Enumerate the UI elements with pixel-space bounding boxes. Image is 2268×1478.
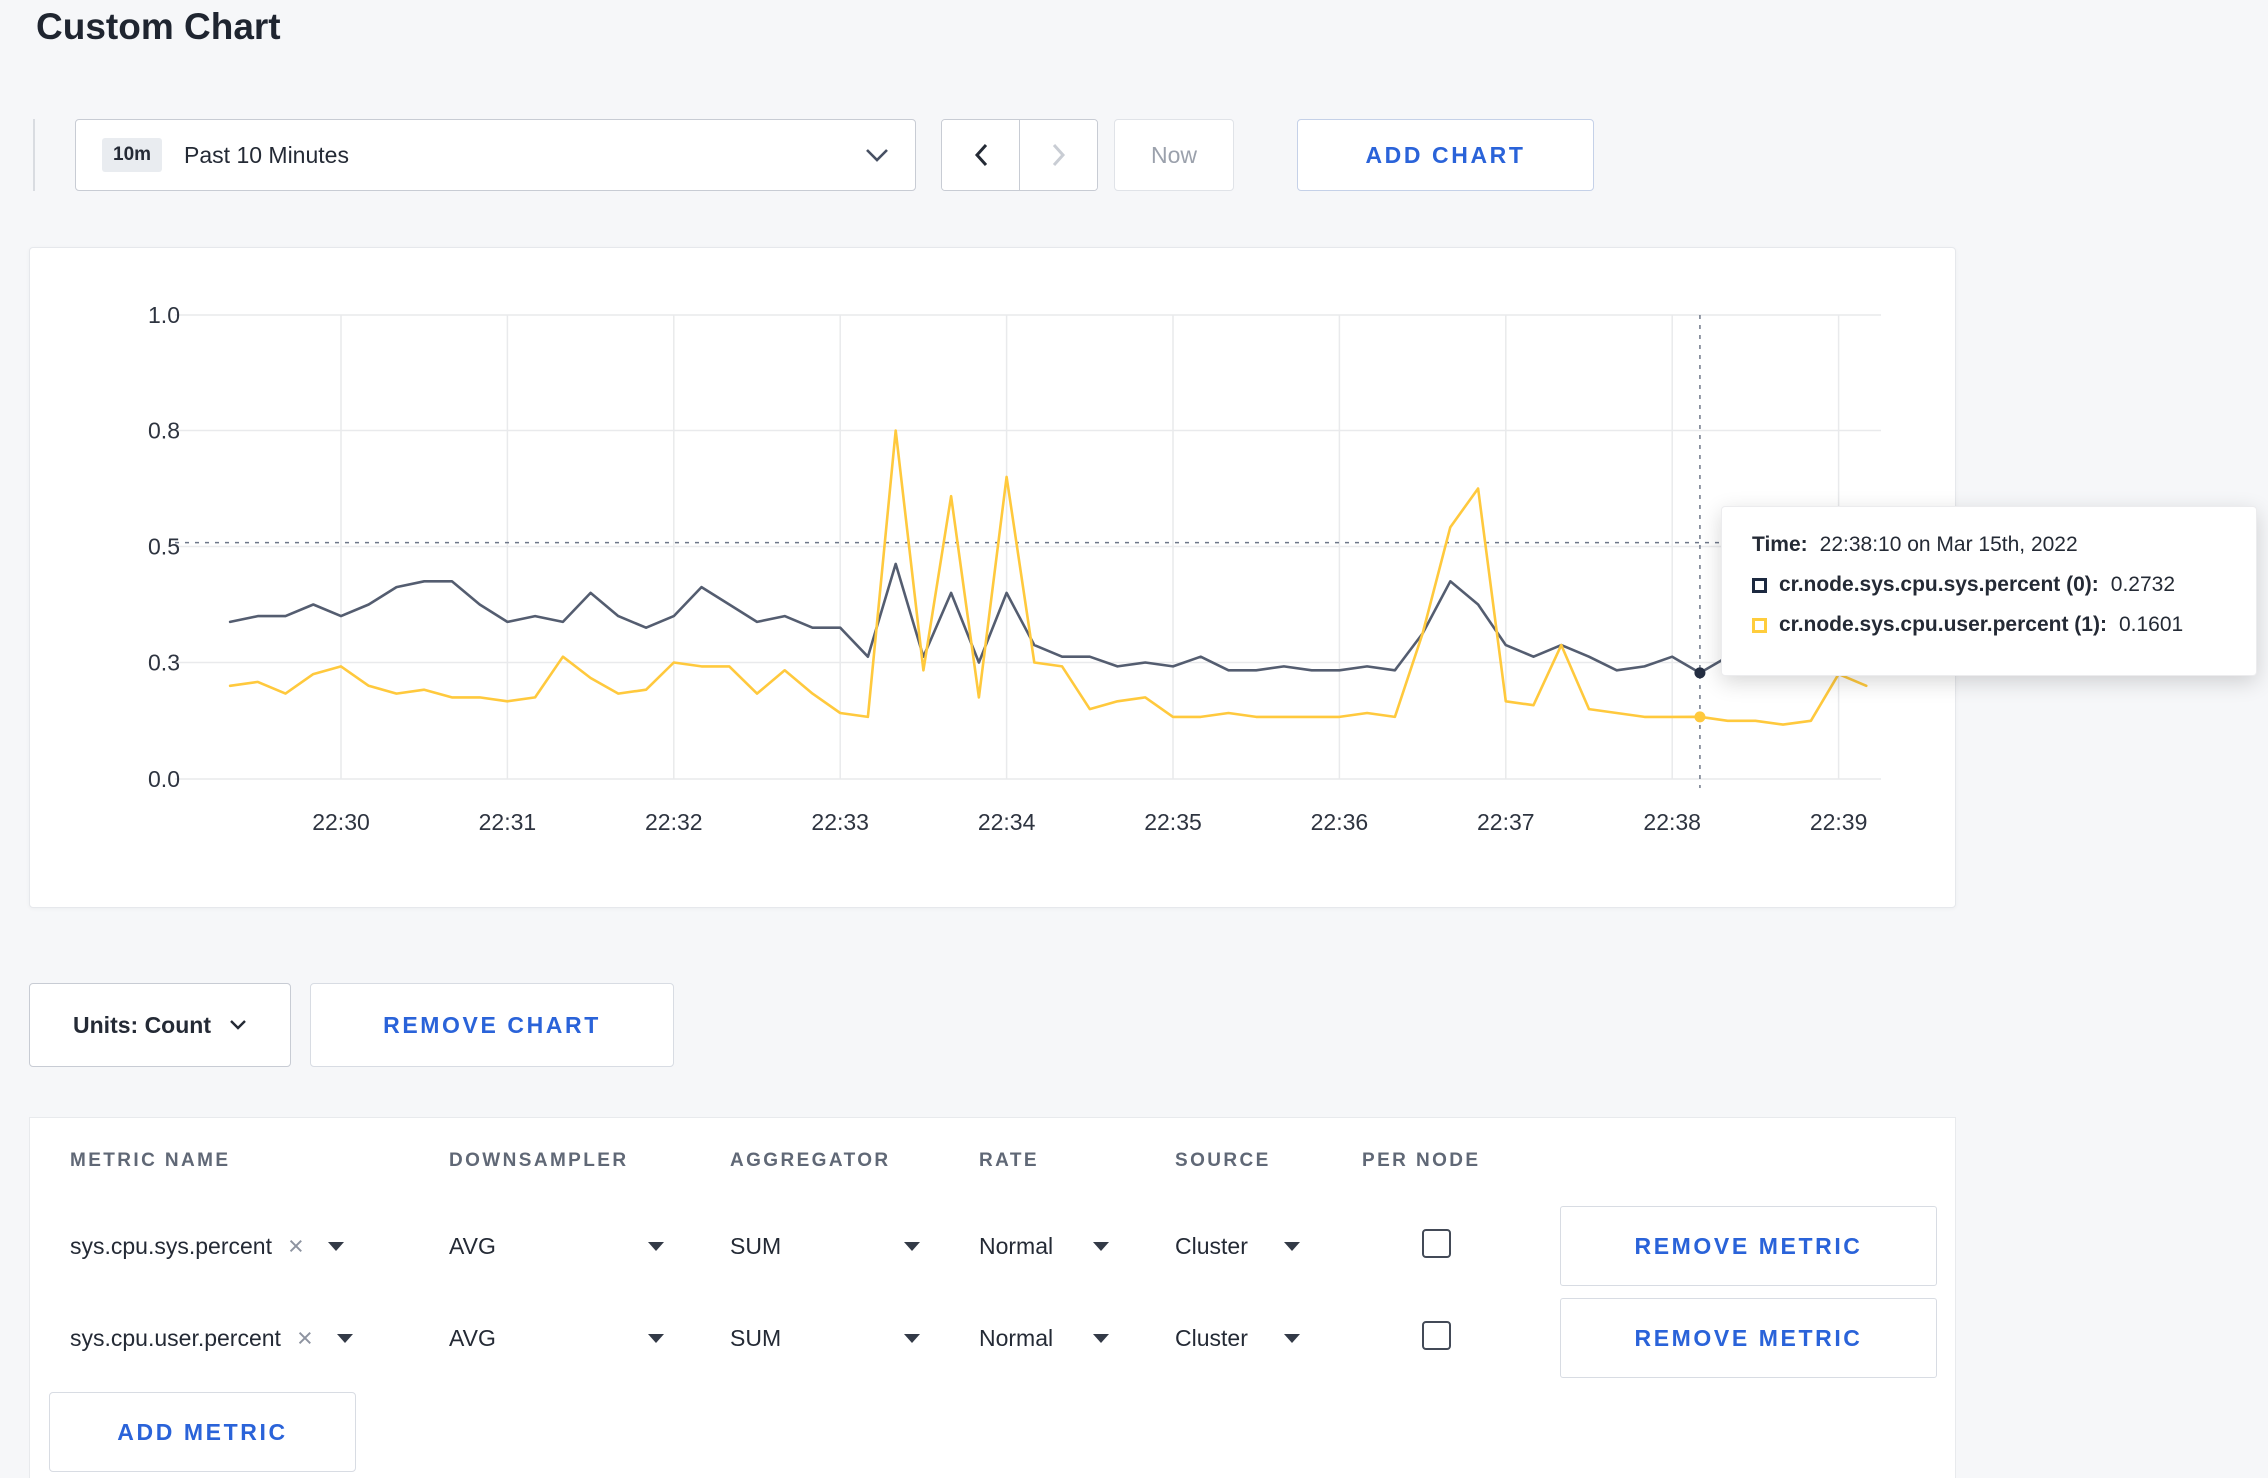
time-range-select[interactable]: 10m Past 10 Minutes xyxy=(75,119,916,191)
svg-text:22:38: 22:38 xyxy=(1643,809,1701,835)
svg-text:0.3: 0.3 xyxy=(148,650,180,676)
metric-name-select[interactable]: sys.cpu.sys.percent × xyxy=(70,1232,382,1260)
metric-name-value: sys.cpu.sys.percent xyxy=(70,1232,272,1259)
metrics-table: METRIC NAME DOWNSAMPLER AGGREGATOR RATE … xyxy=(29,1117,1956,1478)
downsampler-select[interactable]: AVG xyxy=(449,1325,664,1352)
svg-text:1.0: 1.0 xyxy=(148,302,180,328)
user-series-swatch-icon xyxy=(1752,617,1767,633)
rate-select[interactable]: Normal xyxy=(979,1325,1109,1352)
source-select[interactable]: Cluster xyxy=(1175,1233,1300,1260)
prev-range-button[interactable] xyxy=(942,120,1020,190)
rate-select[interactable]: Normal xyxy=(979,1233,1109,1260)
rate-value: Normal xyxy=(979,1232,1054,1259)
time-range-badge: 10m xyxy=(102,138,163,172)
svg-text:0.0: 0.0 xyxy=(148,766,180,792)
aggregator-value: SUM xyxy=(730,1324,782,1351)
aggregator-select[interactable]: SUM xyxy=(730,1233,920,1260)
tooltip-user-row: cr.node.sys.cpu.user.percent (1): 0.1601 xyxy=(1752,613,2226,637)
svg-text:22:35: 22:35 xyxy=(1144,809,1202,835)
chevron-right-icon xyxy=(1052,143,1065,167)
table-row: sys.cpu.sys.percent × AVG SUM Normal Clu… xyxy=(30,1200,1955,1292)
downsampler-value: AVG xyxy=(449,1232,496,1259)
per-node-checkbox[interactable] xyxy=(1422,1320,1451,1350)
source-value: Cluster xyxy=(1175,1324,1248,1351)
svg-text:22:37: 22:37 xyxy=(1477,809,1535,835)
sys-series-swatch-icon xyxy=(1752,577,1767,593)
time-nav-group xyxy=(941,119,1098,191)
header-per-node: PER NODE xyxy=(1362,1150,1481,1171)
table-row: sys.cpu.user.percent × AVG SUM Normal Cl… xyxy=(30,1292,1955,1384)
downsampler-select[interactable]: AVG xyxy=(449,1233,664,1260)
time-range-label: Past 10 Minutes xyxy=(184,141,349,168)
svg-text:22:39: 22:39 xyxy=(1810,809,1868,835)
caret-down-icon xyxy=(648,1241,664,1251)
caret-down-icon xyxy=(904,1333,920,1343)
tooltip-time-value: 22:38:10 on Mar 15th, 2022 xyxy=(1819,533,2078,556)
header-rate: RATE xyxy=(979,1150,1039,1171)
units-label: Units: Count xyxy=(73,1011,211,1038)
chart-plot[interactable]: 0.0 0.3 0.5 0.8 1.0 22:30 22:31 22:32 22:33 22:34… xyxy=(30,248,1957,909)
svg-text:0.8: 0.8 xyxy=(148,418,180,444)
metric-name-value: sys.cpu.user.percent xyxy=(70,1324,281,1351)
remove-metric-button[interactable]: REMOVE METRIC xyxy=(1560,1206,1937,1286)
now-button[interactable]: Now xyxy=(1114,119,1234,191)
remove-chart-button[interactable]: REMOVE CHART xyxy=(310,983,674,1067)
tooltip-sys-value: 0.2732 xyxy=(2110,573,2176,596)
chart-card: 0.0 0.3 0.5 0.8 1.0 22:30 22:31 22:32 22:33 22:34… xyxy=(29,247,1956,908)
chevron-left-icon xyxy=(974,143,987,167)
svg-text:22:31: 22:31 xyxy=(479,809,537,835)
caret-down-icon xyxy=(336,1333,353,1343)
tooltip-sys-row: cr.node.sys.cpu.sys.percent (0): 0.2732 xyxy=(1752,573,2226,597)
tooltip-user-label: cr.node.sys.cpu.user.percent (1): xyxy=(1779,613,2107,636)
clear-metric-icon[interactable]: × xyxy=(297,1324,313,1352)
aggregator-select[interactable]: SUM xyxy=(730,1325,920,1352)
caret-down-icon xyxy=(1284,1241,1300,1251)
header-source: SOURCE xyxy=(1175,1150,1271,1171)
caret-down-icon xyxy=(327,1241,344,1251)
svg-text:22:33: 22:33 xyxy=(811,809,869,835)
svg-text:22:30: 22:30 xyxy=(312,809,370,835)
per-node-checkbox[interactable] xyxy=(1422,1228,1451,1258)
tooltip-time-row: Time: 22:38:10 on Mar 15th, 2022 xyxy=(1752,533,2226,557)
downsampler-value: AVG xyxy=(449,1324,496,1351)
tooltip-user-value: 0.1601 xyxy=(2118,613,2184,636)
source-value: Cluster xyxy=(1175,1232,1248,1259)
next-range-button[interactable] xyxy=(1020,120,1097,190)
caret-down-icon xyxy=(1093,1241,1109,1251)
svg-text:22:34: 22:34 xyxy=(978,809,1036,835)
add-metric-button[interactable]: ADD METRIC xyxy=(49,1392,356,1472)
svg-text:0.5: 0.5 xyxy=(148,534,180,560)
clear-metric-icon[interactable]: × xyxy=(288,1232,304,1260)
rate-value: Normal xyxy=(979,1324,1054,1351)
units-select[interactable]: Units: Count xyxy=(29,983,291,1067)
svg-text:22:36: 22:36 xyxy=(1311,809,1369,835)
caret-down-icon xyxy=(904,1241,920,1251)
caret-down-icon xyxy=(1093,1333,1109,1343)
chart-tooltip: Time: 22:38:10 on Mar 15th, 2022 cr.node… xyxy=(1721,506,2257,676)
metric-name-select[interactable]: sys.cpu.user.percent × xyxy=(70,1324,382,1352)
tooltip-sys-label: cr.node.sys.cpu.sys.percent (0): xyxy=(1779,573,2099,596)
remove-metric-button[interactable]: REMOVE METRIC xyxy=(1560,1298,1937,1378)
aggregator-value: SUM xyxy=(730,1232,782,1259)
header-metric-name: METRIC NAME xyxy=(70,1150,231,1171)
header-aggregator: AGGREGATOR xyxy=(730,1150,891,1171)
add-chart-button[interactable]: ADD CHART xyxy=(1297,119,1594,191)
table-header-row: METRIC NAME DOWNSAMPLER AGGREGATOR RATE … xyxy=(30,1118,1955,1200)
page-title: Custom Chart xyxy=(36,6,281,47)
source-select[interactable]: Cluster xyxy=(1175,1325,1300,1352)
caret-down-icon xyxy=(1284,1333,1300,1343)
chevron-down-icon xyxy=(866,148,888,162)
svg-text:22:32: 22:32 xyxy=(645,809,703,835)
chevron-down-icon xyxy=(230,1020,246,1030)
caret-down-icon xyxy=(648,1333,664,1343)
toolbar-divider xyxy=(33,119,35,191)
tooltip-time-label: Time: xyxy=(1752,533,1808,556)
header-downsampler: DOWNSAMPLER xyxy=(449,1150,629,1171)
